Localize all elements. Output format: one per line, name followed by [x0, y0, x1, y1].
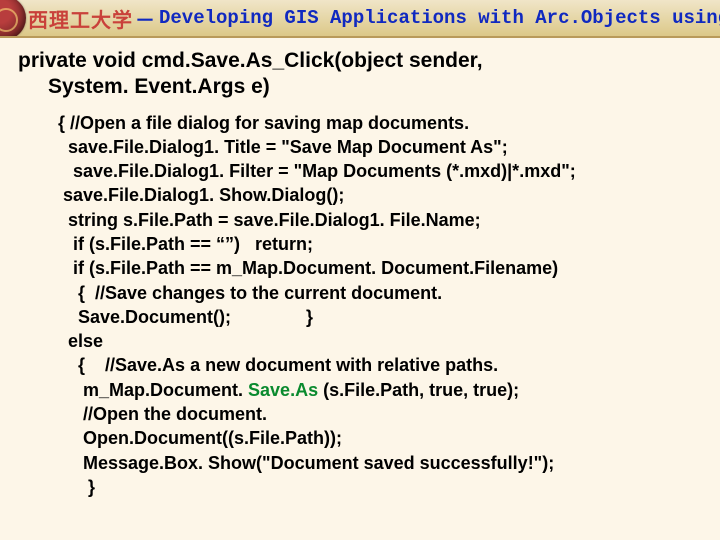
- code-line: Open.Document((s.File.Path));: [58, 428, 342, 448]
- code-line: else: [58, 331, 103, 351]
- header-title-cn: 西理工大学: [28, 4, 133, 33]
- code-line: { //Open a file dialog for saving map do…: [58, 113, 469, 133]
- header-title-en: Developing GIS Applications with Arc.Obj…: [159, 7, 720, 29]
- slide-body: private void cmd.Save.As_Click(object se…: [18, 48, 718, 540]
- code-line: { //Save changes to the current document…: [58, 283, 442, 303]
- university-logo-icon: [0, 0, 26, 38]
- code-line: save.File.Dialog1. Title = "Save Map Doc…: [58, 137, 508, 157]
- header-dash: －: [135, 4, 155, 33]
- code-block: { //Open a file dialog for saving map do…: [58, 111, 718, 500]
- code-line: m_Map.Document.: [58, 380, 248, 400]
- code-line: }: [58, 477, 95, 497]
- code-line: //Open the document.: [58, 404, 267, 424]
- code-line: string s.File.Path = save.File.Dialog1. …: [58, 210, 481, 230]
- code-line: { //Save.As a new document with relative…: [58, 355, 498, 375]
- signature-line-2: System. Event.Args e): [48, 75, 270, 98]
- signature-line-1: private void cmd.Save.As_Click(object se…: [18, 49, 483, 72]
- code-line: (s.File.Path, true, true);: [323, 380, 519, 400]
- slide: 西理工大学 － Developing GIS Applications with…: [0, 0, 720, 540]
- code-line: save.File.Dialog1. Filter = "Map Documen…: [58, 161, 576, 181]
- code-line: Save.Document(); }: [58, 307, 313, 327]
- code-line: save.File.Dialog1. Show.Dialog();: [58, 185, 344, 205]
- code-line: if (s.File.Path == m_Map.Document. Docum…: [58, 258, 558, 278]
- code-line: if (s.File.Path == “”) return;: [58, 234, 313, 254]
- slide-header: 西理工大学 － Developing GIS Applications with…: [0, 0, 720, 38]
- code-line: Message.Box. Show("Document saved succes…: [58, 453, 554, 473]
- code-highlight-saveas: Save.As: [248, 380, 323, 400]
- method-signature: private void cmd.Save.As_Click(object se…: [18, 48, 718, 101]
